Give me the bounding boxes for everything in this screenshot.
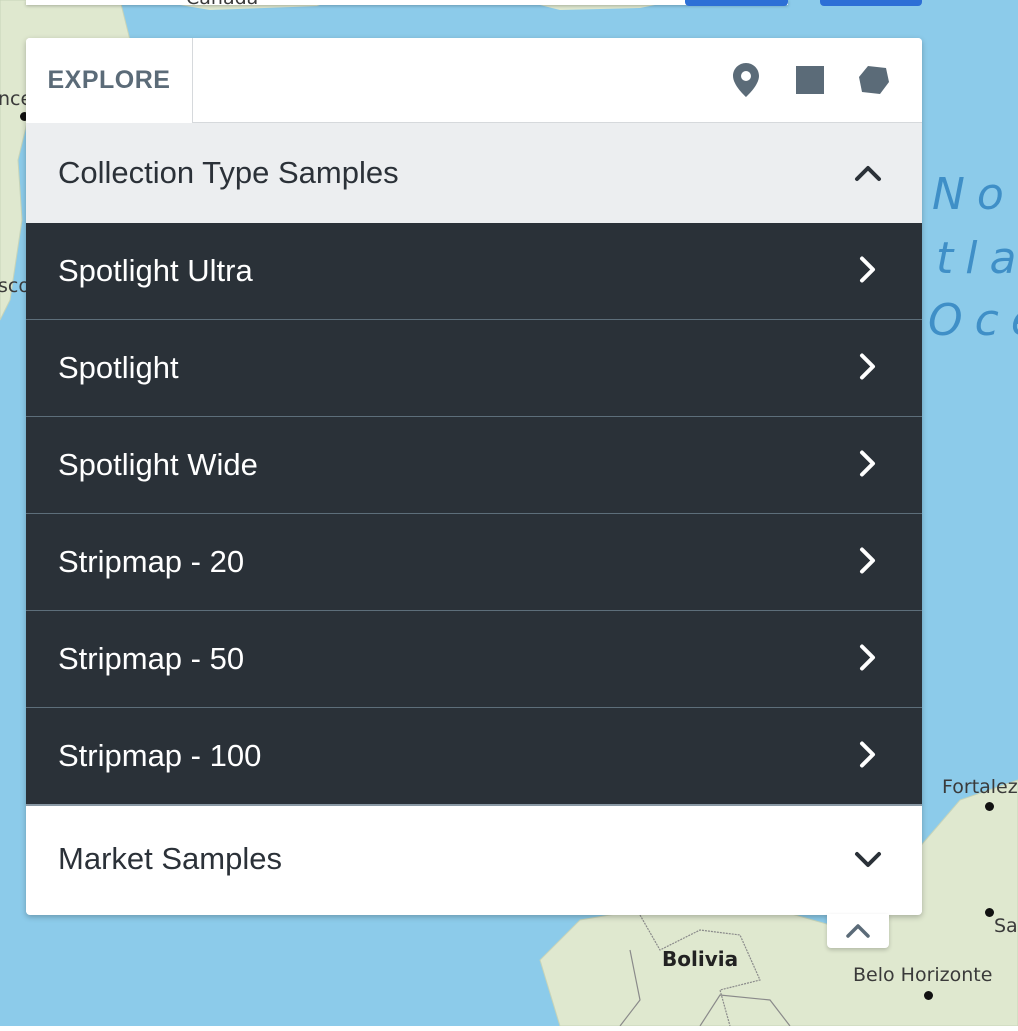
rectangle-tool-button[interactable]: [792, 62, 828, 98]
pentagon-icon: [859, 66, 889, 94]
city-dot-salvador: [985, 908, 994, 917]
list-item-label: Stripmap - 50: [58, 641, 245, 676]
map-label-bolivia: Bolivia: [662, 947, 739, 971]
panel-header: EXPLORE: [26, 38, 922, 123]
chevron-right-icon: [860, 741, 875, 768]
section-collection-type-samples[interactable]: Collection Type Samples: [26, 123, 922, 223]
chevron-right-icon: [860, 547, 875, 574]
list-item-label: Stripmap - 100: [58, 738, 262, 773]
list-item-stripmap-100[interactable]: Stripmap - 100: [26, 708, 922, 806]
list-item-stripmap-20[interactable]: Stripmap - 20: [26, 514, 922, 611]
map-label-ocean-2: tla: [936, 233, 1016, 284]
map-label-belo-horizonte: Belo Horizonte: [853, 964, 993, 986]
point-tool-button[interactable]: [728, 62, 764, 98]
collection-type-list: Spotlight Ultra Spotlight Spotlight Wide…: [26, 223, 922, 806]
list-item-spotlight[interactable]: Spotlight: [26, 320, 922, 417]
explore-panel: EXPLORE Collection Type Samples Spotligh…: [26, 38, 922, 915]
list-item-spotlight-ultra[interactable]: Spotlight Ultra: [26, 223, 922, 320]
section-title: Collection Type Samples: [58, 155, 399, 190]
square-icon: [796, 66, 824, 94]
list-item-label: Spotlight Ultra: [58, 253, 253, 288]
chevron-up-icon: [846, 924, 870, 938]
list-item-label: Stripmap - 20: [58, 544, 245, 579]
list-item-spotlight-wide[interactable]: Spotlight Wide: [26, 417, 922, 514]
list-item-label: Spotlight: [58, 350, 179, 385]
top-secondary-button[interactable]: [820, 0, 922, 6]
panel-collapse-button[interactable]: [827, 914, 889, 948]
map-label-fortaleza: Fortalez: [942, 776, 1018, 798]
section-market-samples[interactable]: Market Samples: [26, 806, 922, 912]
chevron-down-icon: [855, 852, 881, 867]
chevron-right-icon: [860, 644, 875, 671]
chevron-right-icon: [860, 450, 875, 477]
top-action-button[interactable]: [685, 0, 788, 6]
chevron-right-icon: [860, 256, 875, 283]
polygon-tool-button[interactable]: [856, 62, 892, 98]
chevron-right-icon: [860, 353, 875, 380]
section-title: Market Samples: [58, 841, 282, 876]
map-pin-icon: [733, 63, 759, 97]
city-dot-fortaleza: [985, 802, 994, 811]
list-item-stripmap-50[interactable]: Stripmap - 50: [26, 611, 922, 708]
map-label-canada: Canada: [186, 0, 258, 9]
map-label-salvador: Sa: [994, 915, 1018, 937]
map-label-ocean-3: Oce: [928, 295, 1018, 346]
top-search-bar[interactable]: [26, 0, 788, 5]
city-dot-belo-horizonte: [924, 991, 933, 1000]
chevron-up-icon: [855, 166, 881, 181]
tab-explore[interactable]: EXPLORE: [26, 38, 193, 123]
map-label-ocean-1: No: [932, 169, 1016, 220]
list-item-label: Spotlight Wide: [58, 447, 258, 482]
